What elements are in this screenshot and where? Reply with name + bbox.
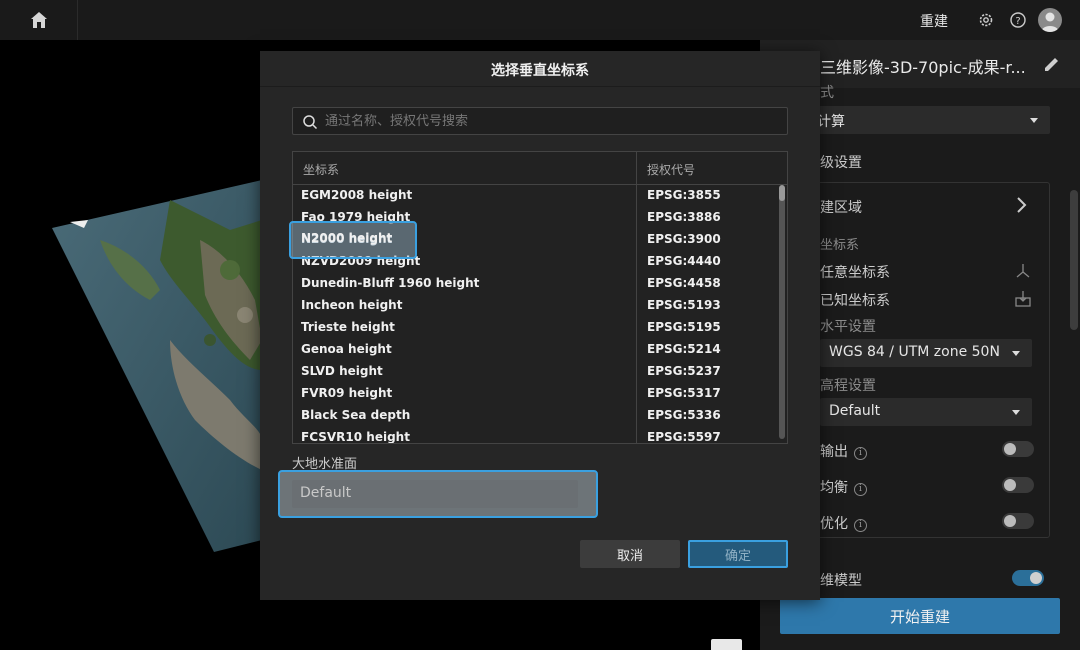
home-button[interactable] [0,0,78,40]
help-button[interactable]: ? [1008,10,1028,30]
balance-toggle[interactable] [1002,477,1034,493]
user-icon [1041,12,1059,32]
table-row[interactable]: SLVD height EPSG:5237 [293,361,777,383]
chevron-down-icon [1012,351,1020,356]
table-row[interactable]: EGM2008 height EPSG:3855 [293,185,777,207]
crs-table: 坐标系 授权代号 EGM2008 height EPSG:3855 Fao 197… [292,151,788,444]
row-code: EPSG:5214 [647,342,721,356]
import-icon [1015,291,1031,307]
chevron-down-icon [1030,118,1038,123]
row-code: EPSG:4458 [647,276,721,290]
row-code: EPSG:5193 [647,298,721,312]
panel-scrollbar[interactable] [1070,190,1078,330]
row-code: EPSG:5237 [647,364,721,378]
elevation-select-value: Default [829,403,881,419]
row-name: Incheon height [301,298,403,312]
table-row[interactable]: Trieste height EPSG:5195 [293,317,777,339]
mode-label: 式 [820,85,834,101]
info-icon[interactable]: i [854,519,867,532]
model-label: 维模型 [820,573,862,589]
table-row[interactable]: Dunedin-Bluff 1960 height EPSG:4458 [293,273,777,295]
option-balance-text: 均衡 [820,480,848,496]
option-optimize-text: 优化 [820,516,848,532]
table-row[interactable]: Incheon height EPSG:5193 [293,295,777,317]
coord-any-option[interactable]: 任意坐标系 [820,262,890,282]
coord-section-label: 坐标系 [820,238,860,253]
geoid-field-highlight[interactable]: Default [278,470,598,518]
horizontal-select-value: WGS 84 / UTM zone 50N [829,344,1000,360]
table-scrollbar[interactable] [777,185,787,443]
selected-row-label: N2000 height [301,231,393,245]
home-icon [30,12,47,28]
table-row[interactable]: FVR09 height EPSG:5317 [293,383,777,405]
option-balance-label: 均衡 i [820,477,867,497]
info-icon[interactable]: i [854,447,867,460]
table-header: 坐标系 授权代号 [293,152,787,185]
row-code: EPSG:3886 [647,210,721,224]
row-name: Trieste height [301,320,395,334]
row-code: EPSG:5336 [647,408,721,422]
help-icon: ? [1010,12,1026,28]
axis-icon [1016,264,1030,278]
elevation-select[interactable]: Default [820,398,1032,426]
row-code: EPSG:5195 [647,320,721,334]
output-toggle[interactable] [1002,441,1034,457]
chevron-right-icon[interactable] [1016,196,1028,214]
elevation-label: 高程设置 [820,378,876,394]
search-box[interactable] [292,107,788,135]
row-code: EPSG:3900 [647,232,721,246]
top-bar: 重建 ? [0,0,1080,40]
settings-button[interactable] [976,10,996,30]
horizontal-label: 水平设置 [820,319,876,335]
region-label[interactable]: 建区域 [820,197,862,217]
coord-known-option[interactable]: 已知坐标系 [820,290,890,310]
row-name: Black Sea depth [301,408,411,422]
row-code: EPSG:4440 [647,254,721,268]
option-output-label: 输出 i [820,441,867,461]
search-input[interactable] [325,111,775,131]
svg-text:?: ? [1015,16,1020,27]
option-output-text: 输出 [820,444,848,460]
row-name: Dunedin-Bluff 1960 height [301,276,480,290]
optimize-toggle[interactable] [1002,513,1034,529]
row-name: FCSVR10 height [301,430,410,444]
mode-select[interactable]: 计算 [808,106,1050,134]
advanced-settings-label[interactable]: 级设置 [820,152,862,172]
row-name: EGM2008 height [301,188,413,202]
horizontal-select[interactable]: WGS 84 / UTM zone 50N [820,339,1032,367]
scrollbar-track [779,187,785,439]
row-code: EPSG:3855 [647,188,721,202]
table-row[interactable]: Black Sea depth EPSG:5336 [293,405,777,427]
project-title: 三维影像-3D-70pic-成果-r... [820,58,1026,77]
dialog-title: 选择垂直坐标系 [491,63,589,79]
cancel-button[interactable]: 取消 [580,540,680,568]
table-row[interactable]: FCSVR10 height EPSG:5597 [293,427,777,444]
rebuild-tab[interactable]: 重建 [920,11,948,31]
row-code: EPSG:5317 [647,386,721,400]
chevron-down-icon [1012,410,1020,415]
scrollbar-thumb[interactable] [779,185,785,201]
app-root: 重建 ? 三维影像-3D-70pic-成果-r... 式 计算 级设置 建区域 … [0,0,1080,650]
table-row[interactable]: Genoa height EPSG:5214 [293,339,777,361]
dialog-header: 选择垂直坐标系 [260,51,820,87]
gear-icon [979,13,993,27]
col-header-name: 坐标系 [303,163,340,177]
option-optimize-label: 优化 i [820,513,867,533]
row-name: FVR09 height [301,386,393,400]
edit-icon[interactable] [1042,54,1062,74]
row-name: SLVD height [301,364,383,378]
col-header-code: 授权代号 [647,163,696,177]
mode-select-value: 计算 [817,114,845,130]
row-name: Genoa height [301,342,392,356]
ok-button[interactable]: 确定 [688,540,788,568]
model-toggle[interactable] [1012,570,1044,586]
row-code: EPSG:5597 [647,430,721,444]
info-icon[interactable]: i [854,483,867,496]
geoid-value: Default [300,485,352,501]
search-icon [303,115,318,130]
start-rebuild-button[interactable]: 开始重建 [780,598,1060,634]
zoom-out-button[interactable] [711,639,742,650]
avatar[interactable] [1038,8,1062,32]
geoid-input[interactable]: Default [292,480,578,508]
